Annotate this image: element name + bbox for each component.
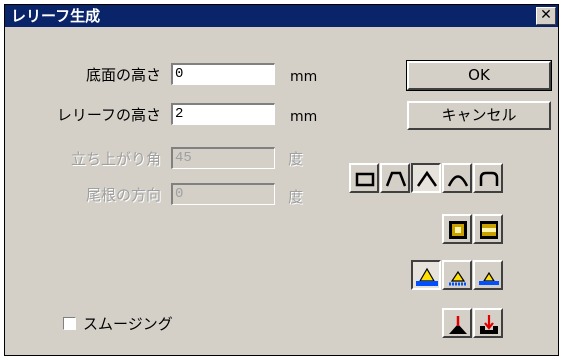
- trapezoid-profile-icon: [385, 171, 407, 187]
- close-button[interactable]: ✕: [536, 7, 556, 25]
- rise-angle-field: 45: [171, 147, 275, 169]
- base-height-unit: mm: [290, 69, 318, 85]
- base-mid-button[interactable]: [442, 260, 472, 290]
- fill-inner-button[interactable]: [442, 214, 472, 244]
- relief-height-label: レリーフの高さ: [56, 106, 161, 124]
- relief-dialog: レリーフ生成 ✕ 底面の高さ 0 mm レリーフの高さ 2 mm 立ち上がり角 …: [4, 4, 559, 356]
- rise-angle-unit: 度: [288, 150, 304, 168]
- trapezoid-profile-button[interactable]: [380, 163, 410, 193]
- rise-angle-label: 立ち上がり角: [70, 150, 161, 168]
- base-full-icon: [416, 267, 438, 286]
- close-icon: ✕: [540, 7, 552, 23]
- ok-button[interactable]: OK: [406, 60, 552, 91]
- round-profile-icon: [447, 175, 469, 187]
- smoothing-checkbox[interactable]: [63, 317, 76, 330]
- direction-down-button[interactable]: [473, 308, 503, 338]
- direction-up-icon: [449, 316, 467, 334]
- ridge-direction-unit: 度: [288, 188, 304, 206]
- window-title: レリーフ生成: [11, 7, 101, 25]
- title-bar: レリーフ生成 ✕: [5, 5, 558, 27]
- relief-height-field[interactable]: 2: [171, 103, 275, 125]
- base-small-button[interactable]: [473, 260, 503, 290]
- direction-down-icon: [480, 315, 498, 334]
- ridge-direction-label: 尾根の方向: [85, 186, 161, 204]
- fill-inner-icon: [449, 221, 467, 239]
- rounded-rect-profile-icon: [479, 171, 499, 186]
- rounded-rect-profile-button[interactable]: [473, 163, 503, 193]
- base-mid-icon: [449, 270, 467, 286]
- base-full-button[interactable]: [411, 260, 441, 290]
- peak-profile-button[interactable]: [411, 163, 441, 193]
- base-height-field[interactable]: 0: [171, 63, 275, 85]
- peak-profile-icon: [416, 170, 438, 187]
- relief-height-unit: mm: [290, 109, 318, 125]
- base-small-icon: [479, 271, 499, 285]
- flat-profile-button[interactable]: [349, 163, 379, 193]
- fill-band-icon: [480, 221, 498, 239]
- flat-profile-icon: [355, 172, 375, 187]
- ridge-direction-field: 0: [171, 183, 275, 205]
- direction-up-button[interactable]: [442, 308, 472, 338]
- smoothing-label[interactable]: スムージング: [83, 313, 173, 334]
- round-profile-button[interactable]: [442, 163, 472, 193]
- fill-band-button[interactable]: [473, 214, 503, 244]
- cancel-button[interactable]: キャンセル: [407, 101, 551, 130]
- base-height-label: 底面の高さ: [85, 66, 161, 84]
